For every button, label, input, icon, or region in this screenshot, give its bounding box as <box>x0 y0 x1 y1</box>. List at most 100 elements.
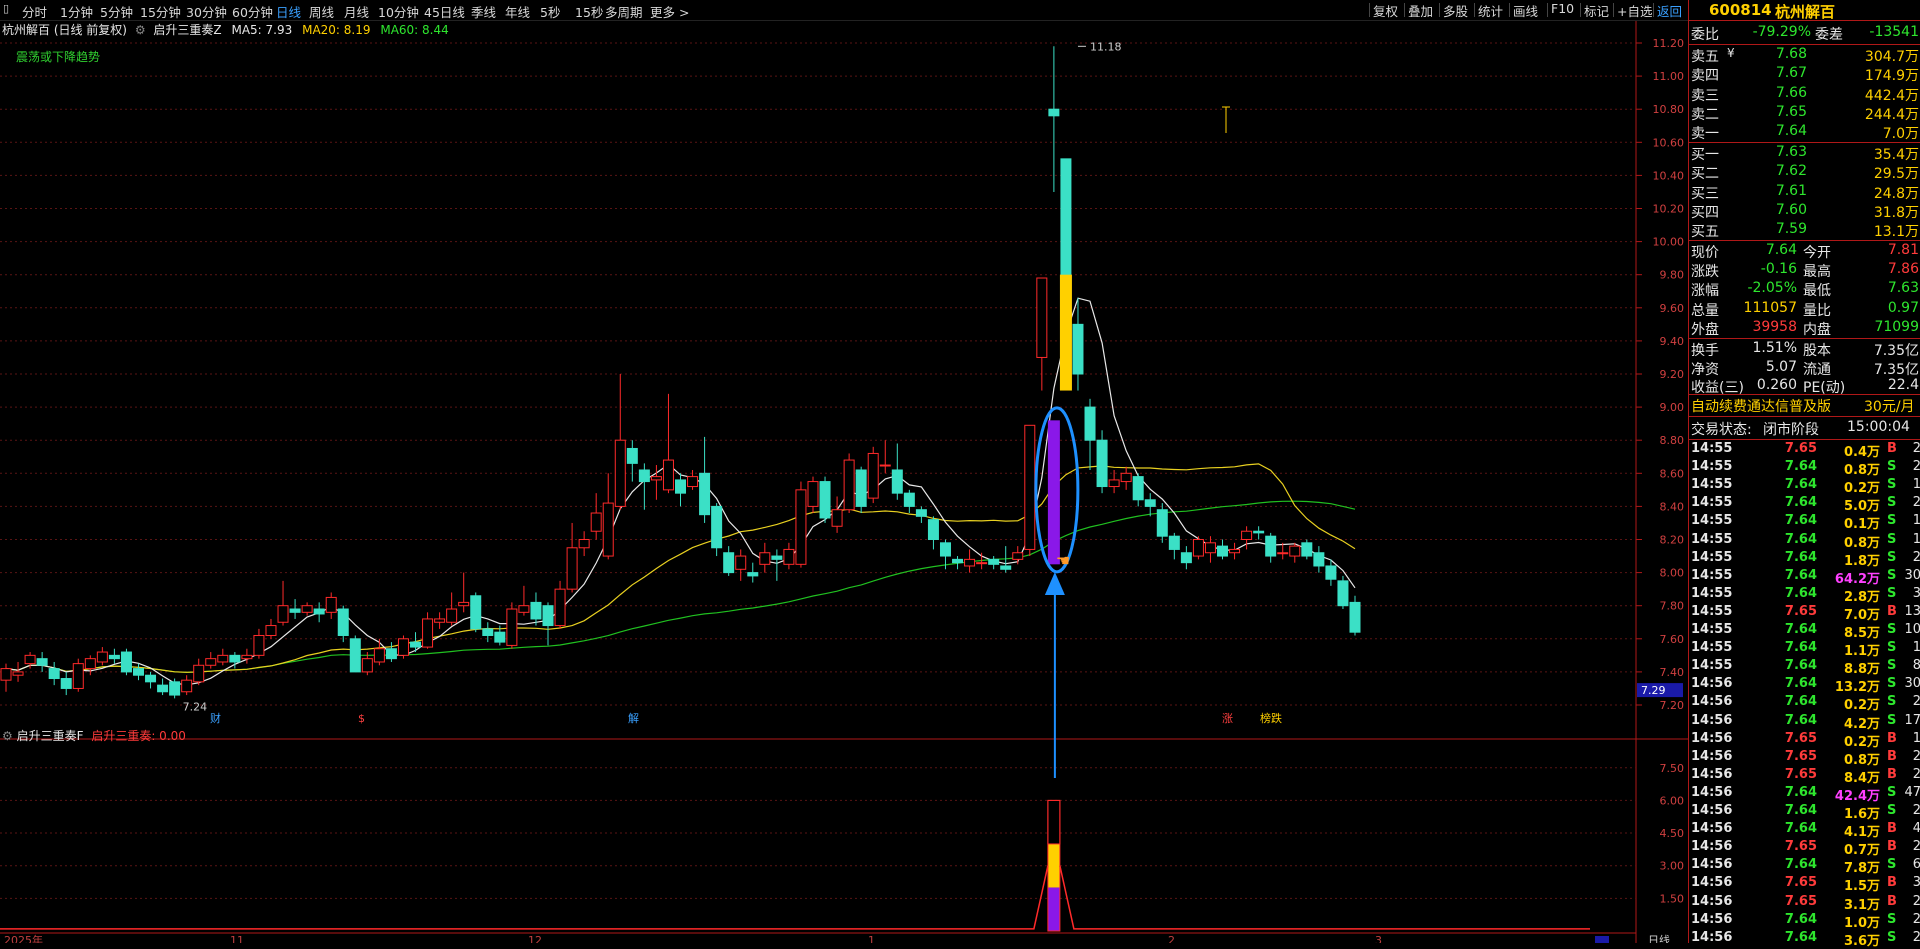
sub-y-tick-label: 7.50 <box>1660 762 1685 775</box>
quote-panel: 600814 杭州解百 委比 -79.29% 委差 -13541 卖五 ¥7.68… <box>1688 0 1920 949</box>
quote-stat-row: 外盘 39958 内盘 71099 <box>1691 318 1919 338</box>
candle-body <box>578 539 590 549</box>
period-tab[interactable]: 月线 <box>344 2 369 21</box>
sub-indicator-name[interactable]: 启升三重奏F <box>17 729 84 743</box>
candle-body <box>723 552 735 574</box>
tick-row: 14:56 7.65 0.8万 B 2 <box>1691 748 1920 768</box>
promo-banner[interactable]: 自动续费通达信普及版 30元/月 <box>1689 396 1920 415</box>
candle-body <box>891 469 903 494</box>
period-tab[interactable]: 30分钟 <box>186 2 227 21</box>
bid-row[interactable]: 买四 7.60 31.8万 <box>1689 202 1920 221</box>
period-tab[interactable]: 更多 > <box>650 2 689 21</box>
tick-row: 14:55 7.64 0.2万 S 1 <box>1691 477 1920 497</box>
settings-icon[interactable]: ⚙ <box>2 729 13 743</box>
period-tab[interactable]: 15秒 <box>575 2 603 21</box>
ask-row[interactable]: 卖四 7.67 174.9万 <box>1689 65 1920 84</box>
candle-body <box>434 618 446 623</box>
ask-row[interactable]: 卖五 ¥7.68 304.7万 <box>1689 46 1920 65</box>
settings-icon[interactable]: ⚙ <box>135 23 146 37</box>
stock-header: 600814 杭州解百 <box>1689 0 1920 21</box>
candle-body <box>783 548 795 565</box>
candle-body <box>939 542 951 557</box>
ma60-label: MA60: 8.44 <box>380 23 449 37</box>
period-tab[interactable]: 15分钟 <box>140 2 181 21</box>
x-tick-label: 11 <box>230 934 244 943</box>
candle-body <box>301 605 313 613</box>
candle-body <box>747 572 759 577</box>
event-label: 解 <box>628 711 639 725</box>
x-tick-label: 12 <box>528 934 542 943</box>
period-tab[interactable]: 季线 <box>471 2 496 21</box>
candle-body <box>72 663 84 689</box>
y-tick-label: 9.60 <box>1660 302 1685 315</box>
menu-icon[interactable]: ▯ <box>3 2 9 15</box>
toolbar-button[interactable]: 多股 <box>1443 1 1468 20</box>
period-tab[interactable]: 年线 <box>505 2 530 21</box>
bid-row[interactable]: 买二 7.62 29.5万 <box>1689 163 1920 182</box>
candle-body <box>1289 545 1301 557</box>
candle-body <box>325 596 337 613</box>
candle-body <box>410 641 422 648</box>
candle-body <box>169 681 181 696</box>
weibi-row: 委比 -79.29% 委差 -13541 <box>1691 24 1919 43</box>
sub-y-tick-label: 1.50 <box>1660 892 1685 905</box>
candle-body <box>1204 542 1216 554</box>
period-badge: 日线 <box>1648 933 1670 943</box>
candle-body <box>1036 277 1048 358</box>
period-tab[interactable]: 5秒 <box>540 2 560 21</box>
candle-body <box>1301 542 1313 557</box>
sub-y-tick-label: 4.50 <box>1660 827 1685 840</box>
kline-chart-area[interactable]: 7.20 7.40 7.60 7.80 8.00 8.20 8.40 8.60 8.80 9.00… <box>0 21 1688 947</box>
sub-indicator-info: ⚙ 启升三重奏F 启升三重奏: 0.00 <box>2 727 186 744</box>
candle-body <box>1180 552 1192 564</box>
tick-row: 14:55 7.64 8.8万 S 8 <box>1691 658 1920 678</box>
toolbar-button[interactable]: F10 <box>1551 1 1574 16</box>
candle-body <box>964 558 976 567</box>
tick-row: 14:55 7.64 1.1万 S 1 <box>1691 640 1920 660</box>
period-tab[interactable]: 日线 <box>276 2 301 21</box>
period-tab[interactable]: 60分钟 <box>232 2 273 21</box>
toolbar-button[interactable]: 标记 <box>1584 1 1609 20</box>
toolbar-button[interactable]: +自选 <box>1617 1 1652 20</box>
tick-row: 14:55 7.65 0.4万 B 2 <box>1691 441 1920 460</box>
tick-row: 14:55 7.64 1.8万 S 2 <box>1691 549 1920 569</box>
tick-row: 14:55 7.64 0.8万 S 1 <box>1691 531 1920 551</box>
period-tab[interactable]: 10分钟 <box>378 2 419 21</box>
bid-row[interactable]: 买一 7.63 35.4万 <box>1689 144 1920 163</box>
candle-body <box>795 489 807 565</box>
indicator-name[interactable]: 启升三重奏Z <box>153 23 221 37</box>
period-tab[interactable]: 45日线 <box>424 2 465 21</box>
toolbar-button[interactable]: 叠加 <box>1408 1 1433 20</box>
highlight-arrow-head <box>1044 572 1065 595</box>
candle-body <box>1337 580 1349 607</box>
scroll-thumb[interactable] <box>1595 936 1609 944</box>
toolbar-button[interactable]: 复权 <box>1373 1 1398 20</box>
period-tab[interactable]: 1分钟 <box>60 2 93 21</box>
tick-row: 14:56 7.64 1.0万 S 2 <box>1691 911 1920 931</box>
period-tab[interactable]: 分时 <box>22 2 47 21</box>
ask-row[interactable]: 卖二 7.65 244.4万 <box>1689 104 1920 123</box>
kline-chart[interactable]: 7.20 7.40 7.60 7.80 8.00 8.20 8.40 8.60 8.80 9.00… <box>0 21 1688 947</box>
toolbar-button[interactable]: 统计 <box>1478 1 1503 20</box>
candle-body <box>554 588 566 627</box>
ask-row[interactable]: 卖一 7.64 7.0万 <box>1689 123 1920 142</box>
period-tab[interactable]: 周线 <box>309 2 334 21</box>
event-label: $ <box>358 712 365 725</box>
period-tab[interactable]: 多周期 <box>605 2 643 21</box>
candle-body <box>108 654 120 660</box>
candle-body <box>145 674 157 683</box>
y-tick-label: 7.60 <box>1660 633 1685 646</box>
toolbar-button[interactable]: 画线 <box>1513 1 1538 20</box>
y-tick-label: 8.40 <box>1660 500 1685 513</box>
period-tab[interactable]: 5分钟 <box>100 2 133 21</box>
toolbar-button[interactable]: 返回 <box>1657 1 1682 20</box>
y-tick-label: 9.80 <box>1660 269 1685 282</box>
bid-row[interactable]: 买三 7.61 24.8万 <box>1689 183 1920 202</box>
y-tick-label: 8.00 <box>1660 567 1685 580</box>
bid-row[interactable]: 买五 7.59 13.1万 <box>1689 221 1920 240</box>
quote-stat-row: 换手 1.51% 股本 7.35亿 <box>1691 340 1919 359</box>
ask-row[interactable]: 卖三 7.66 442.4万 <box>1689 85 1920 104</box>
candle-body <box>446 608 458 623</box>
signal-bar <box>1047 420 1060 565</box>
signal-segment <box>1047 887 1060 931</box>
